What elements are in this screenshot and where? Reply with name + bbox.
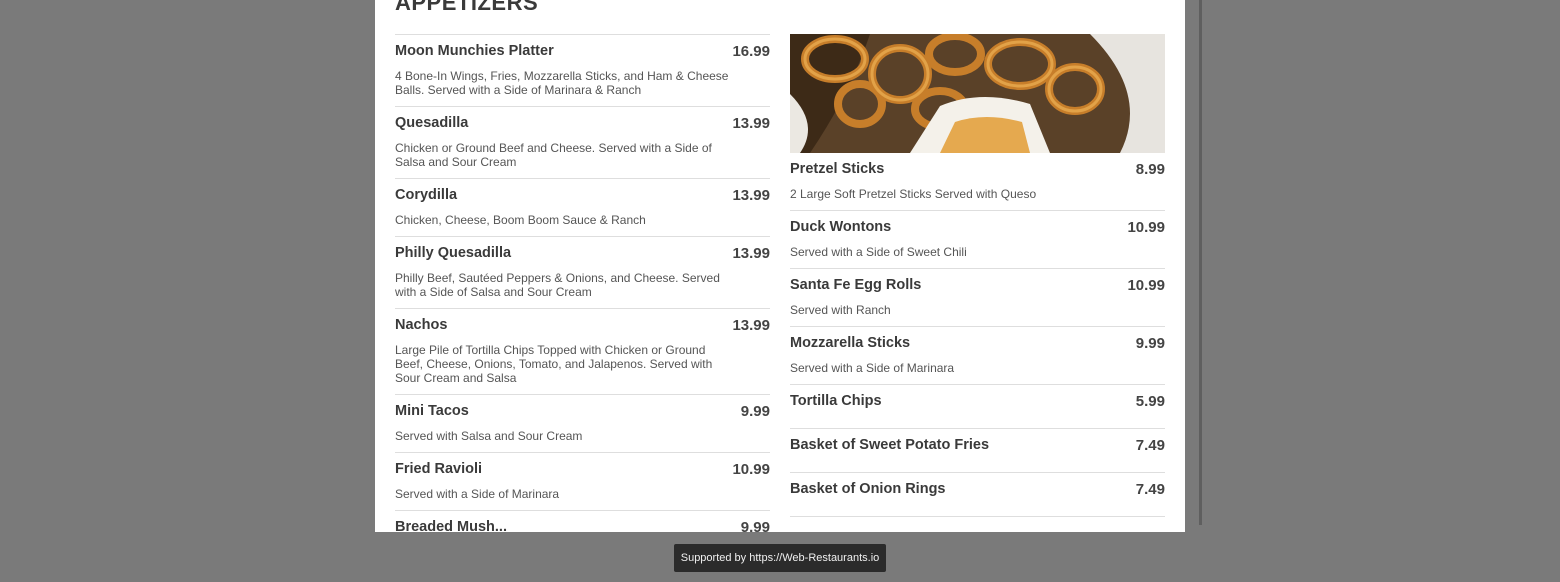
menu-column-right: Pretzel Sticks 8.99 2 Large Soft Pretzel … [790, 34, 1165, 517]
menu-item-name: Philly Quesadilla [395, 245, 512, 261]
menu-item-name: Tortilla Chips [790, 393, 882, 409]
menu-item: Moon Munchies Platter 16.99 4 Bone-In Win… [395, 34, 770, 106]
menu-item-name: Duck Wontons [790, 219, 892, 235]
menu-item-description: Philly Beef, Sautéed Peppers & Onions, a… [395, 271, 720, 299]
menu-item: Pretzel Sticks 8.99 2 Large Soft Pretzel … [790, 153, 1165, 210]
menu-item-description: Large Pile of Tortilla Chips Topped with… [395, 343, 713, 385]
menu-item-price: 13.99 [732, 317, 770, 334]
menu-item: Mini Tacos 9.99 Served with Salsa and Sou… [395, 394, 770, 452]
divider [790, 516, 1165, 517]
menu-item: Duck Wontons 10.99 Served with a Side of … [790, 210, 1165, 268]
menu-item-price: 7.49 [1135, 437, 1165, 454]
menu-item-description: Served with Salsa and Sour Cream [395, 429, 583, 443]
menu-item-description: Served with a Side of Sweet Chili [790, 245, 967, 259]
menu-item-price: 13.99 [732, 245, 770, 262]
menu-item-price: 10.99 [1127, 277, 1165, 294]
menu-item-name: Mozzarella Sticks [790, 335, 911, 351]
menu-item-price: 7.49 [1135, 481, 1165, 498]
menu-item-name: Pretzel Sticks [790, 161, 885, 177]
menu-item-price: 9.99 [740, 403, 770, 420]
menu-item-description: Chicken or Ground Beef and Cheese. Serve… [395, 141, 712, 169]
menu-item-name: Breaded Mush... [395, 519, 507, 532]
menu-item-name: Santa Fe Egg Rolls [790, 277, 922, 293]
menu-item-name: Mini Tacos [395, 403, 469, 419]
menu-item-price: 9.99 [1135, 335, 1165, 352]
menu-item-price: 5.99 [1135, 393, 1165, 410]
menu-item-description: Served with a Side of Marinara [395, 487, 560, 501]
menu-item: Basket of Sweet Potato Fries 7.49 [790, 428, 1165, 472]
menu-page: APPETIZERS Moon Munchies Platter 16.99 4 … [375, 0, 1185, 532]
menu-item-price: 10.99 [1127, 219, 1165, 236]
menu-item-price: 10.99 [732, 461, 770, 478]
menu-item-name: Basket of Onion Rings [790, 481, 946, 497]
menu-item: Basket of Onion Rings 7.49 [790, 472, 1165, 516]
menu-item-price: 16.99 [732, 43, 770, 60]
menu-item: Philly Quesadilla 13.99 Philly Beef, Saut… [395, 236, 770, 308]
menu-item-description: 4 Bone-In Wings, Fries, Mozzarella Stick… [395, 69, 729, 97]
menu-column-left: Moon Munchies Platter 16.99 4 Bone-In Win… [395, 34, 770, 532]
menu-item: Nachos 13.99 Large Pile of Tortilla Chips… [395, 308, 770, 394]
menu-item-name: Corydilla [395, 187, 458, 203]
page-divider-line [1199, 0, 1202, 525]
menu-item-description: Served with Ranch [790, 303, 891, 317]
menu-item: Quesadilla 13.99 Chicken or Ground Beef a… [395, 106, 770, 178]
menu-item-price: 13.99 [732, 115, 770, 132]
menu-item: Breaded Mush... 9.99 [395, 510, 770, 532]
menu-item-price: 8.99 [1135, 161, 1165, 178]
menu-item-name: Nachos [395, 317, 448, 333]
menu-item-name: Moon Munchies Platter [395, 43, 554, 59]
menu-item-name: Basket of Sweet Potato Fries [790, 437, 990, 453]
menu-item: Santa Fe Egg Rolls 10.99 Served with Ranc… [790, 268, 1165, 326]
menu-item: Tortilla Chips 5.99 [790, 384, 1165, 428]
onion-rings-photo [790, 34, 1165, 153]
menu-item: Fried Ravioli 10.99 Served with a Side of… [395, 452, 770, 510]
powered-by-badge[interactable]: Supported by https://Web-Restaurants.io [674, 544, 886, 572]
menu-item-price: 9.99 [740, 519, 770, 532]
menu-item-name: Fried Ravioli [395, 461, 483, 477]
menu-item-description: Served with a Side of Marinara [790, 361, 955, 375]
section-heading: APPETIZERS [395, 0, 539, 15]
menu-item: Corydilla 13.99 Chicken, Cheese, Boom Boo… [395, 178, 770, 236]
menu-item-description: Chicken, Cheese, Boom Boom Sauce & Ranch [395, 213, 646, 227]
menu-item-name: Quesadilla [395, 115, 469, 131]
menu-item: Mozzarella Sticks 9.99 Served with a Side… [790, 326, 1165, 384]
menu-item-price: 13.99 [732, 187, 770, 204]
menu-item-description: 2 Large Soft Pretzel Sticks Served with … [790, 187, 1037, 201]
